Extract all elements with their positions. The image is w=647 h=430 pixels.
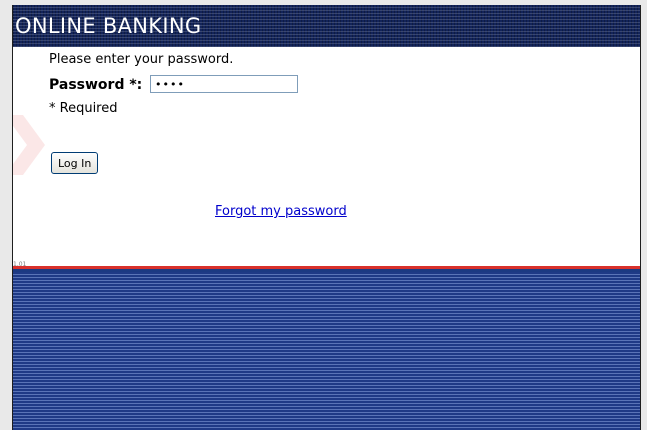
page-title: ONLINE BANKING	[15, 14, 202, 38]
password-field[interactable]	[150, 75, 298, 93]
required-note: * Required	[49, 101, 118, 116]
footer-pattern	[13, 272, 640, 430]
banking-window: ONLINE BANKING Please enter your passwor…	[12, 5, 641, 430]
password-label: Password *:	[49, 77, 143, 93]
password-instruction: Please enter your password.	[49, 52, 234, 67]
header-bar: ONLINE BANKING	[13, 5, 640, 47]
login-button[interactable]: Log In	[51, 152, 99, 174]
login-panel: Please enter your password. Password *: …	[13, 47, 640, 268]
forgot-password-link[interactable]: Forgot my password	[215, 204, 347, 219]
